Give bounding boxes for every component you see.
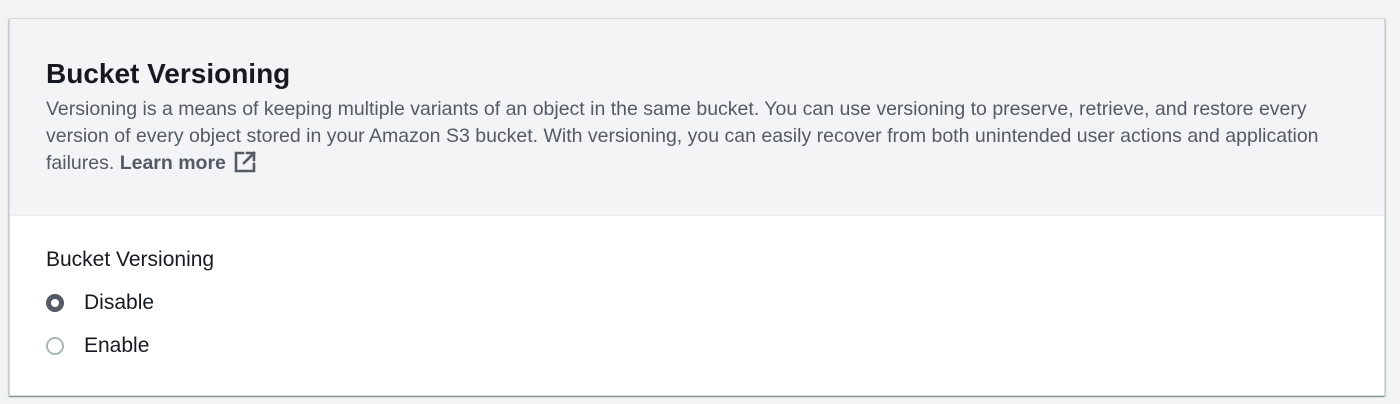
radio-label-enable: Enable xyxy=(84,334,150,357)
radio-enable-unchecked[interactable] xyxy=(46,337,64,355)
learn-more-label: Learn more xyxy=(119,152,226,174)
section-title: Bucket Versioning xyxy=(46,58,291,89)
learn-more-link[interactable]: Learn more xyxy=(119,151,256,174)
versioning-field-label: Bucket Versioning xyxy=(46,248,215,271)
radio-option-enable[interactable]: Enable xyxy=(46,332,149,360)
radio-disable-checked[interactable] xyxy=(46,294,64,312)
bucket-versioning-panel: Bucket Versioning Versioning is a means … xyxy=(9,18,1385,396)
radio-option-disable[interactable]: Disable xyxy=(46,289,154,317)
external-link-icon xyxy=(234,151,256,181)
radio-label-disable: Disable xyxy=(84,291,155,314)
section-description: Versioning is a means of keeping multipl… xyxy=(46,96,1366,181)
panel-header: Bucket Versioning Versioning is a means … xyxy=(10,19,1384,216)
